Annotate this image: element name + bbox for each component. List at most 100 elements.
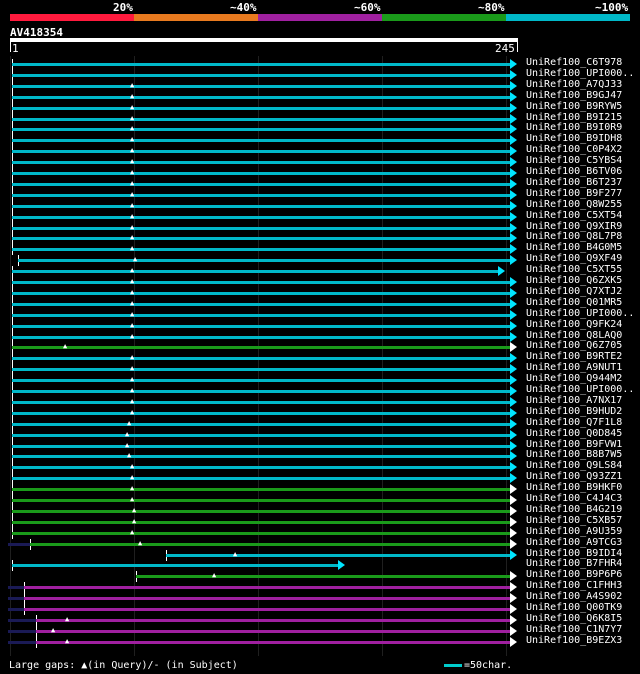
hit-name-link[interactable]: UniRef100_Q6K8I5 bbox=[526, 613, 622, 624]
hit-name-link[interactable]: UniRef100_B9IDH8 bbox=[526, 133, 622, 144]
hit-name-link[interactable]: UniRef100_UPI000.. bbox=[526, 68, 634, 79]
hit-unaligned-prefix bbox=[8, 543, 30, 546]
hit-name-link[interactable]: UniRef100_B6TV06 bbox=[526, 166, 622, 177]
hit-alignment-bar bbox=[12, 248, 510, 251]
hit-name-link[interactable]: UniRef100_C0P4X2 bbox=[526, 144, 622, 155]
hit-name-link[interactable]: UniRef100_C5XT54 bbox=[526, 210, 622, 221]
hit-name-link[interactable]: UniRef100_B9I0R9 bbox=[526, 122, 622, 133]
hit-alignment-bar bbox=[18, 259, 510, 262]
hit-direction-arrow-icon bbox=[510, 233, 517, 243]
hit-name-link[interactable]: UniRef100_B9GJ47 bbox=[526, 90, 622, 101]
hit-name-link[interactable]: UniRef100_C5XB57 bbox=[526, 515, 622, 526]
query-gap-marker-icon: ▲ bbox=[130, 484, 135, 492]
hit-name-link[interactable]: UniRef100_B9F277 bbox=[526, 188, 622, 199]
query-gap-marker-icon: ▲ bbox=[138, 539, 143, 547]
hit-name-link[interactable]: UniRef100_A9U359 bbox=[526, 526, 622, 537]
hit-name-link[interactable]: UniRef100_B9RTE2 bbox=[526, 351, 622, 362]
query-gap-marker-icon: ▲ bbox=[130, 353, 135, 361]
query-gap-marker-icon: ▲ bbox=[130, 408, 135, 416]
hit-direction-arrow-icon bbox=[498, 266, 505, 276]
hit-name-link[interactable]: UniRef100_B9HKF0 bbox=[526, 482, 622, 493]
hit-name-link[interactable]: UniRef100_Q6Z705 bbox=[526, 340, 622, 351]
hit-direction-arrow-icon bbox=[510, 114, 517, 124]
gap-legend: Large gaps: ▲(in Query)/- (in Subject) bbox=[9, 660, 238, 671]
hit-alignment-bar bbox=[12, 150, 510, 153]
query-gap-marker-icon: ▲ bbox=[130, 288, 135, 296]
query-gap-marker-icon: ▲ bbox=[130, 103, 135, 111]
query-gap-marker-icon: ▲ bbox=[130, 364, 135, 372]
hit-unaligned-prefix bbox=[8, 619, 36, 622]
hit-direction-arrow-icon bbox=[510, 190, 517, 200]
hit-name-link[interactable]: UniRef100_UPI000.. bbox=[526, 308, 634, 319]
query-gap-marker-icon: ▲ bbox=[130, 92, 135, 100]
hit-name-link[interactable]: UniRef100_B9P6P6 bbox=[526, 569, 622, 580]
hit-name-link[interactable]: UniRef100_C5XT55 bbox=[526, 264, 622, 275]
hit-alignment-bar bbox=[12, 521, 510, 524]
hit-name-link[interactable]: UniRef100_Q00TK9 bbox=[526, 602, 622, 613]
hit-alignment-bar bbox=[12, 161, 510, 164]
hit-name-link[interactable]: UniRef100_Q944M2 bbox=[526, 373, 622, 384]
hit-name-link[interactable]: UniRef100_Q01MR5 bbox=[526, 297, 622, 308]
hit-direction-arrow-icon bbox=[510, 332, 517, 342]
hit-name-link[interactable]: UniRef100_Q7XTJ2 bbox=[526, 286, 622, 297]
hit-direction-arrow-icon bbox=[510, 528, 517, 538]
hit-name-link[interactable]: UniRef100_C4J4C3 bbox=[526, 493, 622, 504]
hit-name-link[interactable]: UniRef100_Q8W255 bbox=[526, 199, 622, 210]
hit-name-link[interactable]: UniRef100_B8B7W5 bbox=[526, 449, 622, 460]
hit-direction-arrow-icon bbox=[510, 135, 517, 145]
hit-direction-arrow-icon bbox=[510, 397, 517, 407]
hit-name-link[interactable]: UniRef100_Q8L7P8 bbox=[526, 231, 622, 242]
hit-name-link[interactable]: UniRef100_B9RYW5 bbox=[526, 101, 622, 112]
query-gap-marker-icon: ▲ bbox=[132, 517, 137, 525]
hit-unaligned-prefix bbox=[8, 641, 36, 644]
query-gap-marker-icon: ▲ bbox=[130, 201, 135, 209]
query-gap-marker-icon: ▲ bbox=[130, 310, 135, 318]
hit-alignment-bar bbox=[12, 325, 510, 328]
hit-name-link[interactable]: UniRef100_B9HUD2 bbox=[526, 406, 622, 417]
hit-name-link[interactable]: UniRef100_Q0D845 bbox=[526, 428, 622, 439]
query-gap-marker-icon: ▲ bbox=[233, 550, 238, 558]
query-gap-marker-icon: ▲ bbox=[130, 277, 135, 285]
hit-name-link[interactable]: UniRef100_Q7F1L8 bbox=[526, 417, 622, 428]
hit-alignment-bar bbox=[12, 455, 510, 458]
hit-name-link[interactable]: UniRef100_C6T978 bbox=[526, 57, 622, 68]
hit-name-link[interactable]: UniRef100_C1FHH3 bbox=[526, 580, 622, 591]
query-gap-marker-icon: ▲ bbox=[127, 451, 132, 459]
hit-list: UniRef100_C6T978 UniRef100_UPI000.. ▲ UniRe… bbox=[0, 0, 640, 674]
hit-direction-arrow-icon bbox=[510, 321, 517, 331]
hit-direction-arrow-icon bbox=[510, 299, 517, 309]
hit-name-link[interactable]: UniRef100_A9NUT1 bbox=[526, 362, 622, 373]
hit-alignment-bar bbox=[12, 445, 510, 448]
hit-direction-arrow-icon bbox=[510, 255, 517, 265]
hit-name-link[interactable]: UniRef100_A7QJ33 bbox=[526, 79, 622, 90]
hit-alignment-bar bbox=[24, 608, 510, 611]
hit-name-link[interactable]: UniRef100_Q6ZXK5 bbox=[526, 275, 622, 286]
hit-name-link[interactable]: UniRef100_UPI000.. bbox=[526, 384, 634, 395]
hit-direction-arrow-icon bbox=[510, 408, 517, 418]
hit-direction-arrow-icon bbox=[510, 484, 517, 494]
hit-name-link[interactable]: UniRef100_B7FHR4 bbox=[526, 558, 622, 569]
hit-direction-arrow-icon bbox=[510, 244, 517, 254]
hit-name-link[interactable]: UniRef100_C5YBS4 bbox=[526, 155, 622, 166]
hit-name-link[interactable]: UniRef100_C1N7Y7 bbox=[526, 624, 622, 635]
hit-name-link[interactable]: UniRef100_Q9LS84 bbox=[526, 460, 622, 471]
hit-name-link[interactable]: UniRef100_A4S902 bbox=[526, 591, 622, 602]
hit-direction-arrow-icon bbox=[510, 593, 517, 603]
hit-row[interactable]: ▲ UniRef100_B9EZX3 bbox=[0, 635, 640, 648]
hit-alignment-bar bbox=[12, 412, 510, 415]
hit-alignment-bar bbox=[12, 227, 510, 230]
hit-name-link[interactable]: UniRef100_B4G0M5 bbox=[526, 242, 622, 253]
hit-name-link[interactable]: UniRef100_B6T237 bbox=[526, 177, 622, 188]
hit-direction-arrow-icon bbox=[510, 615, 517, 625]
hit-name-link[interactable]: UniRef100_B4G219 bbox=[526, 504, 622, 515]
hit-alignment-bar bbox=[12, 314, 510, 317]
hit-name-link[interactable]: UniRef100_Q93ZZ1 bbox=[526, 471, 622, 482]
hit-name-link[interactable]: UniRef100_Q9FK24 bbox=[526, 319, 622, 330]
hit-direction-arrow-icon bbox=[510, 277, 517, 287]
hit-alignment-bar bbox=[12, 118, 510, 121]
hit-name-link[interactable]: UniRef100_A7NX17 bbox=[526, 395, 622, 406]
query-gap-marker-icon: ▲ bbox=[130, 124, 135, 132]
hit-name-link[interactable]: UniRef100_B9EZX3 bbox=[526, 635, 622, 646]
hit-name-link[interactable]: UniRef100_Q9XF49 bbox=[526, 253, 622, 264]
hit-name-link[interactable]: UniRef100_A9TCG3 bbox=[526, 537, 622, 548]
